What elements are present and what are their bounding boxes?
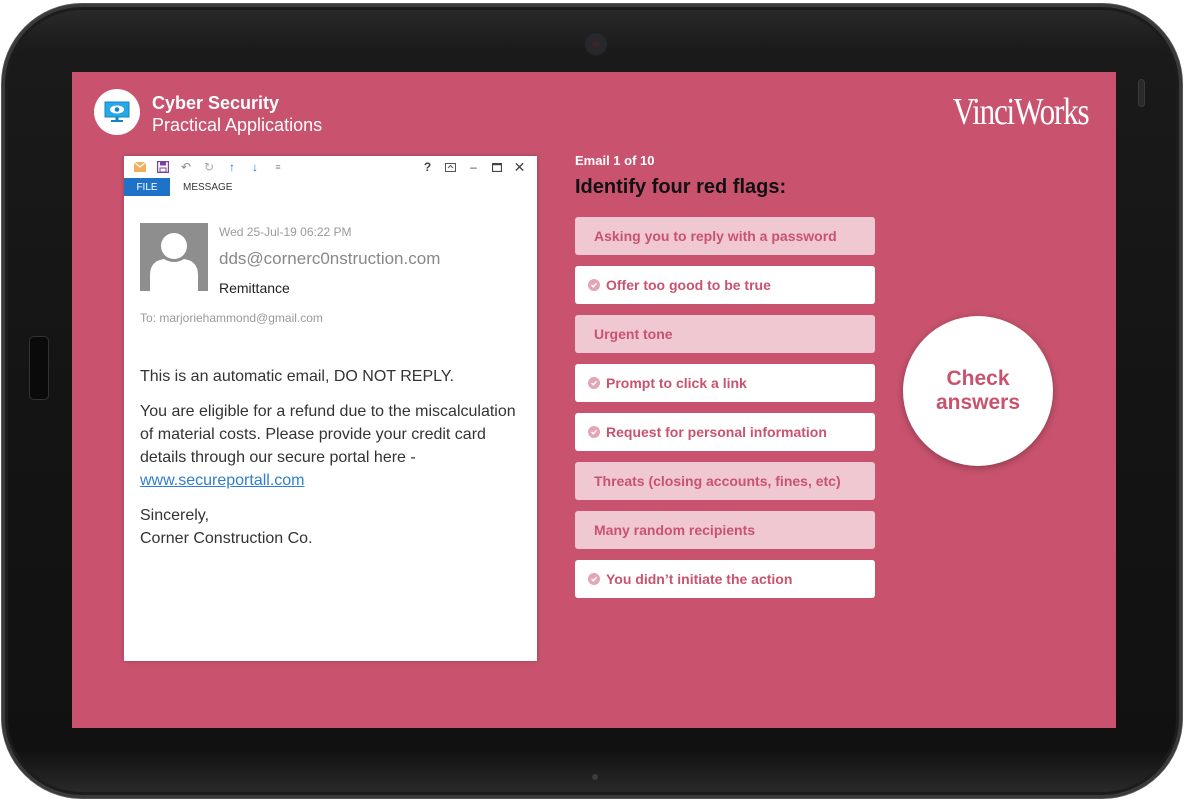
red-flag-option[interactable]: Many random recipients	[575, 511, 875, 549]
restore-ribbon-icon[interactable]	[439, 158, 462, 176]
email-paragraph-2: You are eligible for a refund due to the…	[140, 400, 525, 492]
email-paragraph-2-text: You are eligible for a refund due to the…	[140, 403, 516, 466]
red-flag-option[interactable]: Threats (closing accounts, fines, etc)	[575, 462, 875, 500]
tab-file[interactable]: FILE	[124, 178, 170, 196]
red-flag-option[interactable]: Urgent tone	[575, 315, 875, 353]
check-icon	[588, 426, 600, 438]
brand-logo: VinciWorks	[952, 91, 1089, 133]
red-flag-option[interactable]: Asking you to reply with a password	[575, 217, 875, 255]
red-flag-option[interactable]: Request for personal information	[575, 413, 875, 451]
check-answers-button[interactable]: Check answers	[903, 316, 1053, 466]
email-closing: Sincerely,	[140, 507, 210, 524]
customize-dropdown-icon[interactable]: ≡	[270, 159, 286, 175]
help-icon[interactable]: ?	[416, 158, 439, 176]
email-body: This is an automatic email, DO NOT REPLY…	[140, 365, 525, 562]
option-label: Asking you to reply with a password	[594, 228, 837, 244]
email-signoff: Sincerely, Corner Construction Co.	[140, 504, 525, 550]
check-icon	[588, 377, 600, 389]
option-label: Prompt to click a link	[606, 375, 747, 391]
monitor-eye-icon	[104, 101, 130, 122]
check-icon	[588, 279, 600, 291]
quick-access-toolbar: ↶ ↻ ↑ ↓ ≡ ? – ✕	[124, 156, 537, 178]
red-flag-option[interactable]: You didn’t initiate the action	[575, 560, 875, 598]
save-icon[interactable]	[155, 159, 171, 175]
email-paragraph-1: This is an automatic email, DO NOT REPLY…	[140, 368, 454, 385]
quiz-prompt: Identify four red flags:	[575, 176, 787, 198]
tab-message[interactable]: MESSAGE	[170, 178, 244, 196]
course-logo	[94, 89, 140, 135]
redo-icon[interactable]: ↻	[201, 159, 217, 175]
option-label: Request for personal information	[606, 424, 827, 440]
close-icon[interactable]: ✕	[508, 158, 531, 176]
sender-avatar	[140, 223, 208, 291]
option-label: Offer too good to be true	[606, 277, 771, 293]
tablet-sensor-slot	[1139, 80, 1144, 106]
option-label: Threats (closing accounts, fines, etc)	[594, 473, 841, 489]
camera-icon	[584, 32, 608, 56]
check-icon	[588, 573, 600, 585]
check-answers-line2: answers	[935, 391, 1021, 414]
red-flag-option[interactable]: Offer too good to be true	[575, 266, 875, 304]
undo-icon[interactable]: ↶	[178, 159, 194, 175]
course-title-main: Cyber Security	[152, 93, 280, 113]
arrow-down-icon[interactable]: ↓	[247, 159, 263, 175]
red-flag-options: Asking you to reply with a password Offe…	[575, 217, 875, 609]
tablet-home-dot	[592, 774, 598, 780]
ribbon-tabs: FILE MESSAGE	[124, 178, 537, 197]
email-counter: Email 1 of 10	[575, 153, 655, 168]
check-answers-line1: Check	[946, 367, 1010, 390]
window-controls: ? – ✕	[416, 158, 531, 176]
email-subject: Remittance	[219, 280, 290, 296]
red-flag-option[interactable]: Prompt to click a link	[575, 364, 875, 402]
envelope-icon[interactable]	[132, 159, 148, 175]
arrow-up-icon[interactable]: ↑	[224, 159, 240, 175]
option-label: Many random recipients	[594, 522, 756, 538]
email-signature: Corner Construction Co.	[140, 530, 313, 547]
email-recipient: To: marjoriehammond@gmail.com	[140, 311, 323, 325]
course-screen: Cyber Security Practical Applications Vi…	[72, 72, 1116, 728]
suspicious-link[interactable]: www.secureportall.com	[140, 472, 305, 489]
minimize-icon[interactable]: –	[462, 158, 485, 176]
option-label: You didn’t initiate the action	[606, 571, 793, 587]
course-title-sub: Practical Applications	[152, 115, 323, 135]
person-silhouette-icon	[150, 233, 198, 291]
tablet-side-button	[30, 337, 48, 399]
check-answers-label: Check answers	[936, 367, 1020, 415]
maximize-icon[interactable]	[485, 158, 508, 176]
option-label: Urgent tone	[594, 326, 673, 342]
course-title: Cyber Security Practical Applications	[152, 92, 322, 136]
email-window: ↶ ↻ ↑ ↓ ≡ ? – ✕ FILE MESSAGE Wed 25-Jul-…	[124, 156, 537, 661]
email-sender: dds@cornerc0nstruction.com	[219, 249, 441, 268]
email-date: Wed 25-Jul-19 06:22 PM	[219, 225, 352, 239]
